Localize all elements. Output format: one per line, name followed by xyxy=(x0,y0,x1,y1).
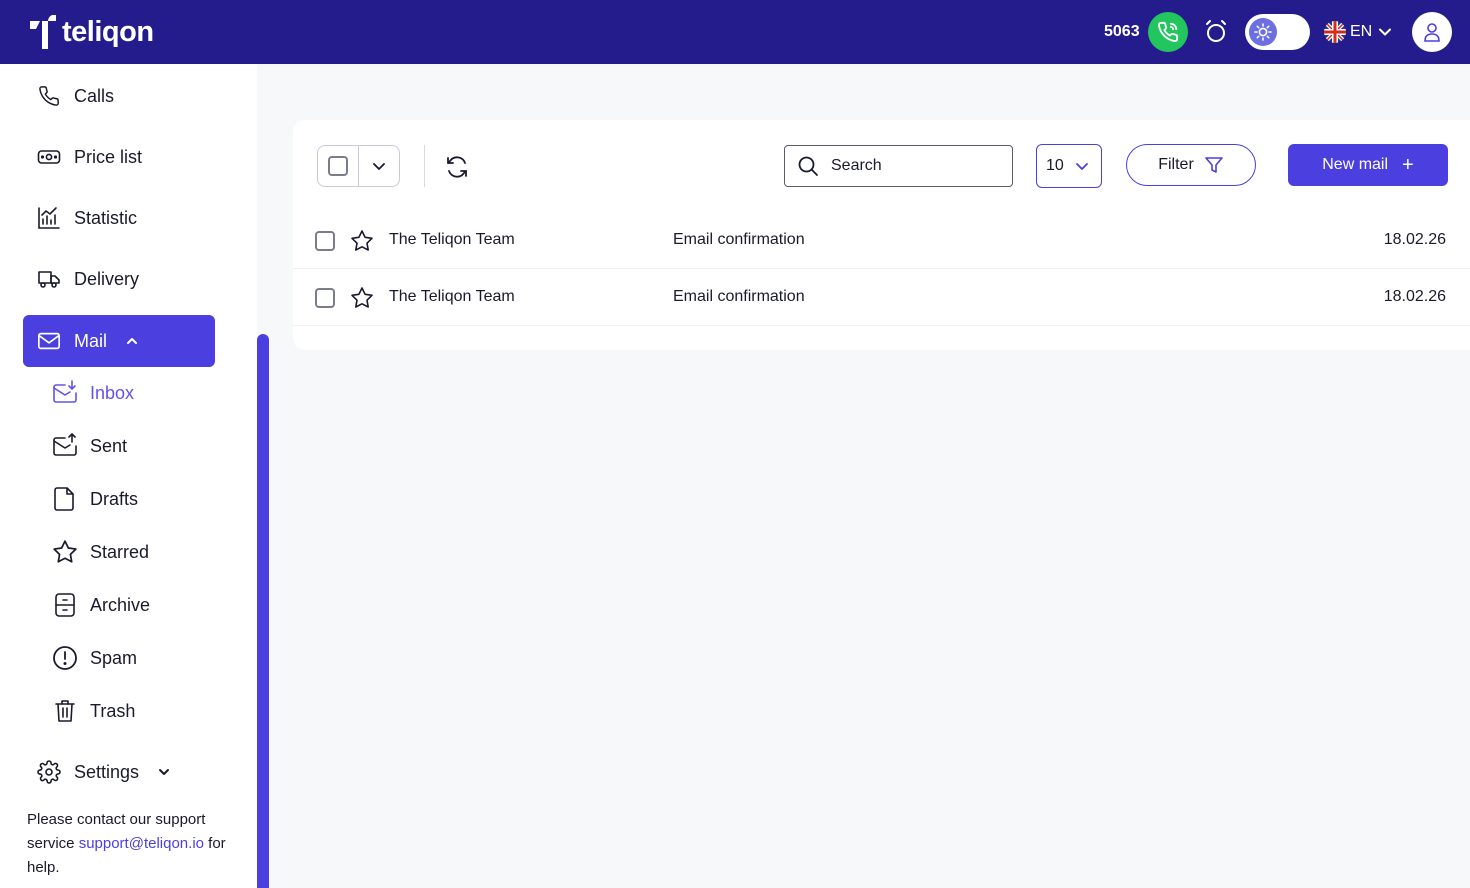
mail-subject: Email confirmation xyxy=(673,288,805,305)
mail-sub-label: Archive xyxy=(90,594,151,615)
logo[interactable]: teliqon xyxy=(28,14,154,50)
search-box[interactable] xyxy=(784,145,1013,187)
new-mail-button[interactable]: New mail + xyxy=(1288,144,1448,186)
gear-icon xyxy=(37,760,61,784)
support-email-link[interactable]: support@teliqon.io xyxy=(79,835,204,852)
chevron-down-icon xyxy=(1379,28,1392,36)
mail-sub-starred[interactable]: Starred xyxy=(52,532,149,572)
star-icon[interactable] xyxy=(350,286,374,310)
sidebar-item-mail[interactable]: Mail xyxy=(23,315,215,367)
refresh-button[interactable] xyxy=(443,153,471,181)
mail-sub-label: Starred xyxy=(90,541,150,562)
top-bar: teliqon 5063 EN xyxy=(0,0,1470,64)
mail-sub-label: Trash xyxy=(90,700,136,721)
mail-sub-trash[interactable]: Trash xyxy=(52,691,135,731)
price-tag-icon xyxy=(37,145,61,169)
language-selector[interactable]: EN xyxy=(1324,21,1392,43)
filter-label: Filter xyxy=(1158,156,1194,173)
star-icon[interactable] xyxy=(350,229,374,253)
select-options-toggle[interactable] xyxy=(359,146,400,186)
draft-icon xyxy=(52,486,78,512)
sidebar-item-label: Mail xyxy=(74,330,108,351)
chevron-down-icon xyxy=(372,163,385,170)
language-label: EN xyxy=(1350,23,1373,40)
sidebar-item-statistic[interactable]: Statistic xyxy=(23,192,215,244)
truck-icon xyxy=(37,267,61,291)
mail-sub-label: Spam xyxy=(90,647,138,668)
chevron-up-icon xyxy=(127,338,138,344)
mail-sub-drafts[interactable]: Drafts xyxy=(52,479,138,519)
mail-sub-inbox[interactable]: Inbox xyxy=(52,373,134,413)
spam-icon xyxy=(52,645,78,671)
sidebar-item-delivery[interactable]: Delivery xyxy=(23,253,215,305)
mail-sub-label: Sent xyxy=(90,435,128,456)
user-avatar-button[interactable] xyxy=(1412,12,1452,52)
select-all-checkbox-cell[interactable] xyxy=(318,146,359,186)
alarm-clock-icon[interactable] xyxy=(1203,19,1229,45)
phone-icon xyxy=(37,84,61,108)
row-checkbox[interactable] xyxy=(315,288,335,308)
sidebar-scrollbar[interactable] xyxy=(257,334,269,888)
plus-icon: + xyxy=(1402,154,1414,176)
mail-icon xyxy=(37,329,61,353)
call-button[interactable] xyxy=(1148,12,1188,52)
mail-sender: The Teliqon Team xyxy=(389,231,515,248)
mail-sub-label: Drafts xyxy=(90,488,139,509)
logo-text: teliqon xyxy=(62,16,154,48)
mail-sub-spam[interactable]: Spam xyxy=(52,638,137,678)
mail-row[interactable]: The Teliqon Team Email confirmation 18.0… xyxy=(293,269,1470,326)
funnel-icon xyxy=(1204,157,1223,173)
new-mail-label: New mail xyxy=(1322,156,1389,173)
sent-icon xyxy=(52,433,78,459)
sidebar-item-settings[interactable]: Settings xyxy=(23,746,215,798)
row-checkbox[interactable] xyxy=(315,231,335,251)
search-icon xyxy=(798,156,818,176)
teliqon-logo-icon xyxy=(30,15,56,49)
user-icon xyxy=(1424,23,1440,42)
refresh-icon xyxy=(447,156,467,178)
sidebar-item-label: Calls xyxy=(74,85,115,106)
filter-button[interactable]: Filter xyxy=(1126,144,1256,186)
sidebar-item-price-list[interactable]: Price list xyxy=(23,131,215,183)
trash-icon xyxy=(52,698,78,724)
chart-icon xyxy=(37,206,61,230)
sidebar-item-label: Price list xyxy=(74,146,143,167)
mail-sub-sent[interactable]: Sent xyxy=(52,426,127,466)
search-input[interactable] xyxy=(831,157,991,175)
mail-sub-label: Inbox xyxy=(90,382,135,403)
sidebar-item-calls[interactable]: Calls xyxy=(23,70,215,122)
phone-icon xyxy=(1158,21,1179,42)
uk-flag-icon xyxy=(1324,21,1346,43)
mail-date: 18.02.26 xyxy=(1383,231,1446,248)
star-icon xyxy=(52,539,78,565)
sidebar-item-label: Delivery xyxy=(74,268,140,289)
mail-sub-archive[interactable]: Archive xyxy=(52,585,150,625)
toolbar-divider xyxy=(424,145,425,187)
mail-subject: Email confirmation xyxy=(673,231,805,248)
chevron-down-icon xyxy=(1074,158,1090,174)
per-page-select[interactable]: 10 xyxy=(1036,144,1102,188)
mail-list-panel: 10 Filter New mail + The Teliqon Team Em… xyxy=(293,120,1470,350)
inbox-icon xyxy=(52,380,78,406)
select-all-checkbox[interactable] xyxy=(327,156,348,176)
per-page-value: 10 xyxy=(1046,157,1064,174)
mail-row[interactable]: The Teliqon Team Email confirmation 18.0… xyxy=(293,212,1470,269)
mail-date: 18.02.26 xyxy=(1383,288,1446,305)
extension-number: 5063 xyxy=(1104,23,1140,40)
theme-toggle[interactable] xyxy=(1245,14,1310,50)
chevron-down-icon xyxy=(159,769,170,775)
sidebar-item-label: Settings xyxy=(74,761,140,782)
sidebar-item-label: Statistic xyxy=(74,207,138,228)
archive-icon xyxy=(52,592,78,618)
support-note: Please contact our support service suppo… xyxy=(27,808,237,880)
mail-sender: The Teliqon Team xyxy=(389,288,515,305)
select-all-dropdown[interactable] xyxy=(317,145,400,187)
sun-icon xyxy=(1249,18,1277,46)
